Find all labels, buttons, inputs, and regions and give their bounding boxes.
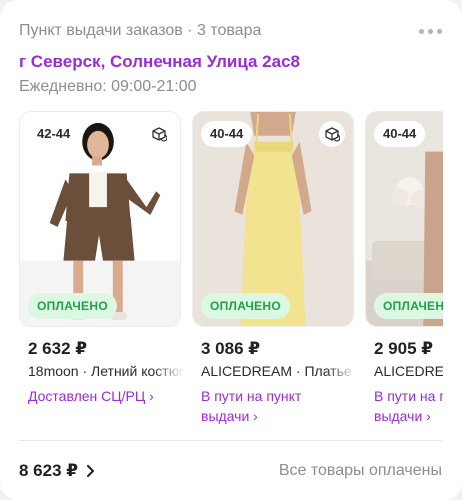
paid-badge: ОПЛАЧЕНО (201, 293, 290, 319)
pickup-address[interactable]: г Северск, Солнечная Улица 2ас8 (19, 52, 300, 72)
divider (19, 440, 442, 441)
size-badge: 40-44 (201, 121, 253, 147)
chevron-right-icon (87, 465, 95, 477)
size-badge: 40-44 (374, 121, 426, 147)
more-options-icon[interactable] (419, 21, 442, 41)
product-card[interactable]: 40-44 ОПЛАЧЕНО 2 905 ₽ ALICEDREAM В пути… (365, 111, 443, 441)
product-price: 2 905 ₽ (374, 339, 434, 358)
product-card[interactable]: 40-44 ОПЛАЧЕНО 3 086 ₽ ALICEDREAM · Плат… (192, 111, 354, 441)
product-seller: ALICEDREAM (374, 363, 443, 379)
box-return-icon (319, 121, 345, 147)
paid-badge: ОПЛАЧЕНО (28, 293, 117, 319)
product-card[interactable]: 42-44 ОПЛАЧЕНО 2 632 ₽ 18moon · Летний к… (19, 111, 184, 441)
product-price: 3 086 ₽ (201, 339, 261, 358)
size-badge: 42-44 (28, 121, 80, 147)
delivery-status-link[interactable]: В пути на пункт выдачи › (201, 386, 351, 426)
payment-status: Все товары оплачены (278, 462, 442, 479)
delivery-status-link[interactable]: В пути на пункт выдачи › (374, 386, 443, 426)
working-hours: Ежедневно: 09:00-21:00 (19, 78, 197, 95)
box-return-icon (146, 121, 172, 147)
order-card: Пункт выдачи заказов · 3 товара г Северс… (0, 0, 462, 500)
product-price: 2 632 ₽ (28, 339, 88, 358)
product-seller: 18moon · Летний костюм (28, 363, 184, 379)
order-total: 8 623 ₽ (19, 461, 79, 480)
product-seller: ALICEDREAM · Платье (201, 363, 352, 379)
items-carousel[interactable]: 42-44 ОПЛАЧЕНО 2 632 ₽ 18moon · Летний к… (0, 111, 443, 451)
order-total-link[interactable]: 8 623 ₽ (19, 461, 95, 481)
paid-badge: ОПЛАЧЕНО (374, 293, 443, 319)
delivery-status-link[interactable]: Доставлен СЦ/РЦ › (28, 386, 178, 406)
pickup-point-title: Пункт выдачи заказов · 3 товара (19, 22, 262, 39)
